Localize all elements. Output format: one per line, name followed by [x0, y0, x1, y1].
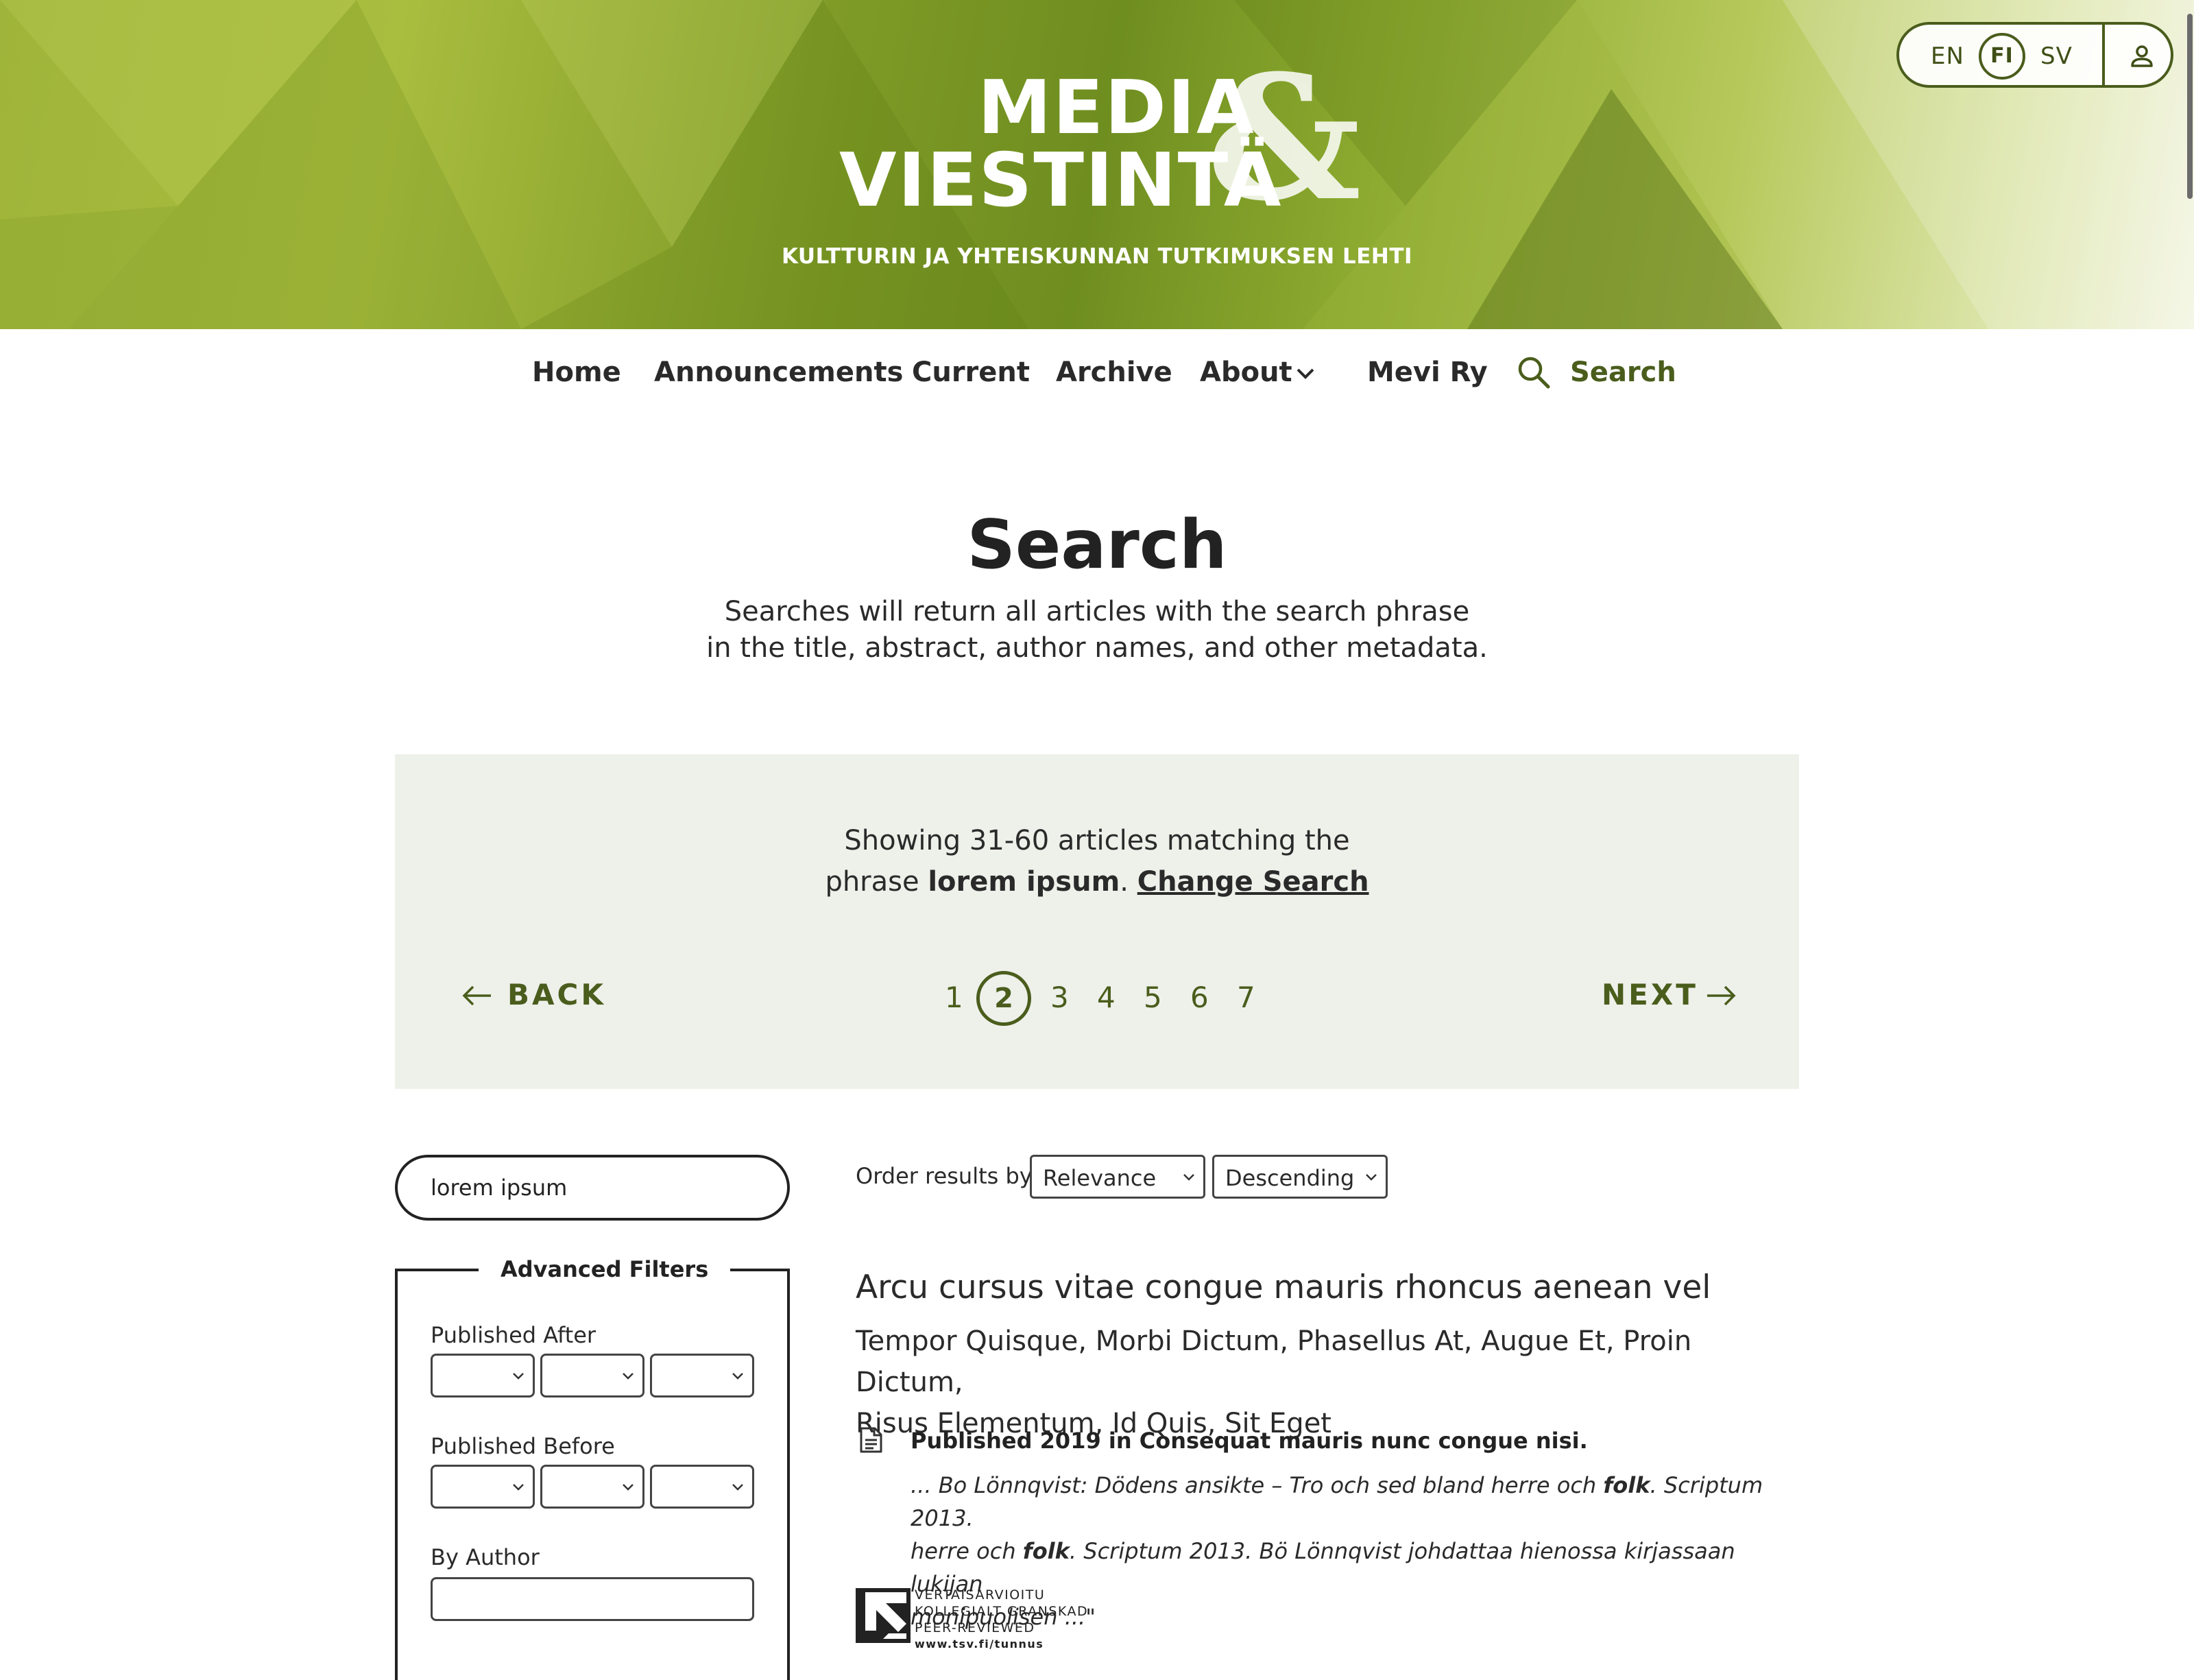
chevron-down-icon	[513, 1373, 524, 1380]
main-navigation: Home Announcements Current Archive About…	[0, 350, 2194, 398]
language-divider	[2102, 25, 2105, 85]
arrow-right-icon	[1707, 985, 1736, 1006]
peer-reviewed-logo	[856, 1588, 911, 1643]
article-published-info: Published 2019 in Consequat mauris nunc …	[911, 1428, 1588, 1454]
chevron-down-icon	[732, 1373, 743, 1380]
scrollbar-thumb[interactable]	[2187, 14, 2193, 199]
advanced-filters-title: Advanced Filters	[479, 1256, 731, 1282]
by-author-label: By Author	[431, 1544, 540, 1570]
nav-home[interactable]: Home	[532, 357, 621, 388]
page-link[interactable]: 1	[945, 981, 963, 1014]
summary-period: .	[1120, 866, 1129, 898]
snippet-highlight: folk	[1603, 1472, 1650, 1498]
search-icon[interactable]	[1517, 355, 1551, 389]
results-summary-panel: Showing 31-60 articles matching the phra…	[395, 754, 1799, 1089]
summary-prefix: phrase	[825, 866, 919, 898]
nav-archive[interactable]: Archive	[1056, 357, 1172, 388]
logo-ampersand: &	[1207, 37, 1362, 239]
page-link[interactable]: 7	[1237, 981, 1255, 1014]
peer-label-line: VERTAISARVIOITU	[915, 1587, 1046, 1603]
change-search-link[interactable]: Change Search	[1137, 866, 1369, 898]
search-input[interactable]	[395, 1155, 790, 1221]
pager-next-button[interactable]: NEXT	[1602, 978, 1736, 1011]
nav-current[interactable]: Current	[912, 357, 1030, 388]
page-link[interactable]: 4	[1097, 981, 1116, 1014]
user-icon[interactable]	[2128, 43, 2156, 70]
page-link-current[interactable]: 2	[976, 971, 1031, 1026]
advanced-filters: Advanced Filters Published After Publish…	[395, 1256, 790, 1680]
page-description-line: in the title, abstract, author names, an…	[706, 632, 1488, 664]
nav-announcements[interactable]: Announcements	[654, 357, 903, 388]
chevron-down-icon	[1366, 1174, 1377, 1181]
summary-line: Showing 31-60 articles matching the	[844, 825, 1350, 856]
chevron-down-icon	[623, 1373, 634, 1380]
page-link[interactable]: 5	[1144, 981, 1162, 1014]
published-before-day-select[interactable]	[431, 1465, 535, 1509]
search-phrase: lorem ipsum	[928, 866, 1120, 898]
published-before-label: Published Before	[431, 1433, 615, 1459]
order-direction-select[interactable]: Descending	[1212, 1155, 1388, 1199]
published-before-month-select[interactable]	[540, 1465, 644, 1509]
peer-label-line: www.tsv.fi/tunnus	[915, 1637, 1044, 1651]
chevron-down-icon	[513, 1484, 524, 1491]
chevron-down-icon[interactable]	[1296, 368, 1315, 380]
nav-search[interactable]: Search	[1570, 357, 1676, 388]
snippet-highlight: folk	[1022, 1538, 1070, 1564]
summary-line: phrase lorem ipsum. Change Search	[395, 861, 1799, 902]
results-summary: Showing 31-60 articles matching the phra…	[395, 820, 1799, 902]
published-after-year-select[interactable]	[650, 1354, 754, 1397]
pager-next-label: NEXT	[1602, 978, 1698, 1011]
peer-label-line: PEER-REVIEWED	[915, 1620, 1035, 1635]
order-by-value: Relevance	[1043, 1165, 1157, 1191]
document-icon	[860, 1427, 882, 1453]
language-en[interactable]: EN	[1931, 43, 1964, 70]
order-results-label: Order results by:	[856, 1163, 1039, 1189]
order-by-select[interactable]: Relevance	[1030, 1155, 1205, 1199]
page-link[interactable]: 3	[1050, 981, 1069, 1014]
published-after-month-select[interactable]	[540, 1354, 644, 1397]
page-description: Searches will return all articles with t…	[0, 594, 2194, 667]
chevron-down-icon	[732, 1484, 743, 1491]
journal-tagline: KULTTURIN JA YHTEISKUNNAN TUTKIMUKSEN LE…	[781, 244, 1413, 269]
page-scrollbar[interactable]	[2186, 0, 2194, 1646]
page-link[interactable]: 6	[1190, 981, 1209, 1014]
page-description-line: Searches will return all articles with t…	[724, 596, 1470, 627]
language-fi-current[interactable]: FI	[1979, 33, 2025, 80]
header-banner: MEDIA VIESTINTÄ & KULTTURIN JA YHTEISKUN…	[0, 0, 2194, 329]
page-title: Search	[967, 506, 1227, 584]
peer-reviewed-label: VERTAISARVIOITU KOLLEGIALT GRANSKAD PEER…	[915, 1587, 1088, 1653]
order-direction-value: Descending	[1225, 1165, 1355, 1191]
language-sv[interactable]: SV	[2040, 43, 2073, 70]
snippet-text: ... Bo Lönnqvist: Dödens ansikte – Tro o…	[911, 1472, 1604, 1498]
chevron-down-icon	[623, 1484, 634, 1491]
peer-label-line: KOLLEGIALT GRANSKAD	[915, 1604, 1089, 1619]
published-after-label: Published After	[431, 1322, 596, 1348]
nav-about[interactable]: About	[1200, 357, 1292, 388]
journal-logo[interactable]: MEDIA VIESTINTÄ &	[836, 52, 1362, 224]
article-authors-line: Tempor Quisque, Morbi Dictum, Phasellus …	[856, 1325, 1692, 1398]
snippet-text: herre och	[911, 1538, 1023, 1564]
author-input[interactable]	[431, 1577, 754, 1621]
published-before-year-select[interactable]	[650, 1465, 754, 1509]
article-authors: Tempor Quisque, Morbi Dictum, Phasellus …	[856, 1321, 1802, 1444]
pagination: 1 2 3 4 5 6 7	[395, 971, 1799, 1029]
published-after-day-select[interactable]	[431, 1354, 535, 1397]
language-switcher: EN FI SV	[1896, 22, 2173, 88]
chevron-down-icon	[1183, 1174, 1194, 1181]
nav-mevi-ry[interactable]: Mevi Ry	[1367, 357, 1488, 388]
snippet-line: ... Bo Lönnqvist: Dödens ansikte – Tro o…	[911, 1469, 1788, 1535]
article-title-link[interactable]: Arcu cursus vitae congue mauris rhoncus …	[856, 1269, 1711, 1306]
